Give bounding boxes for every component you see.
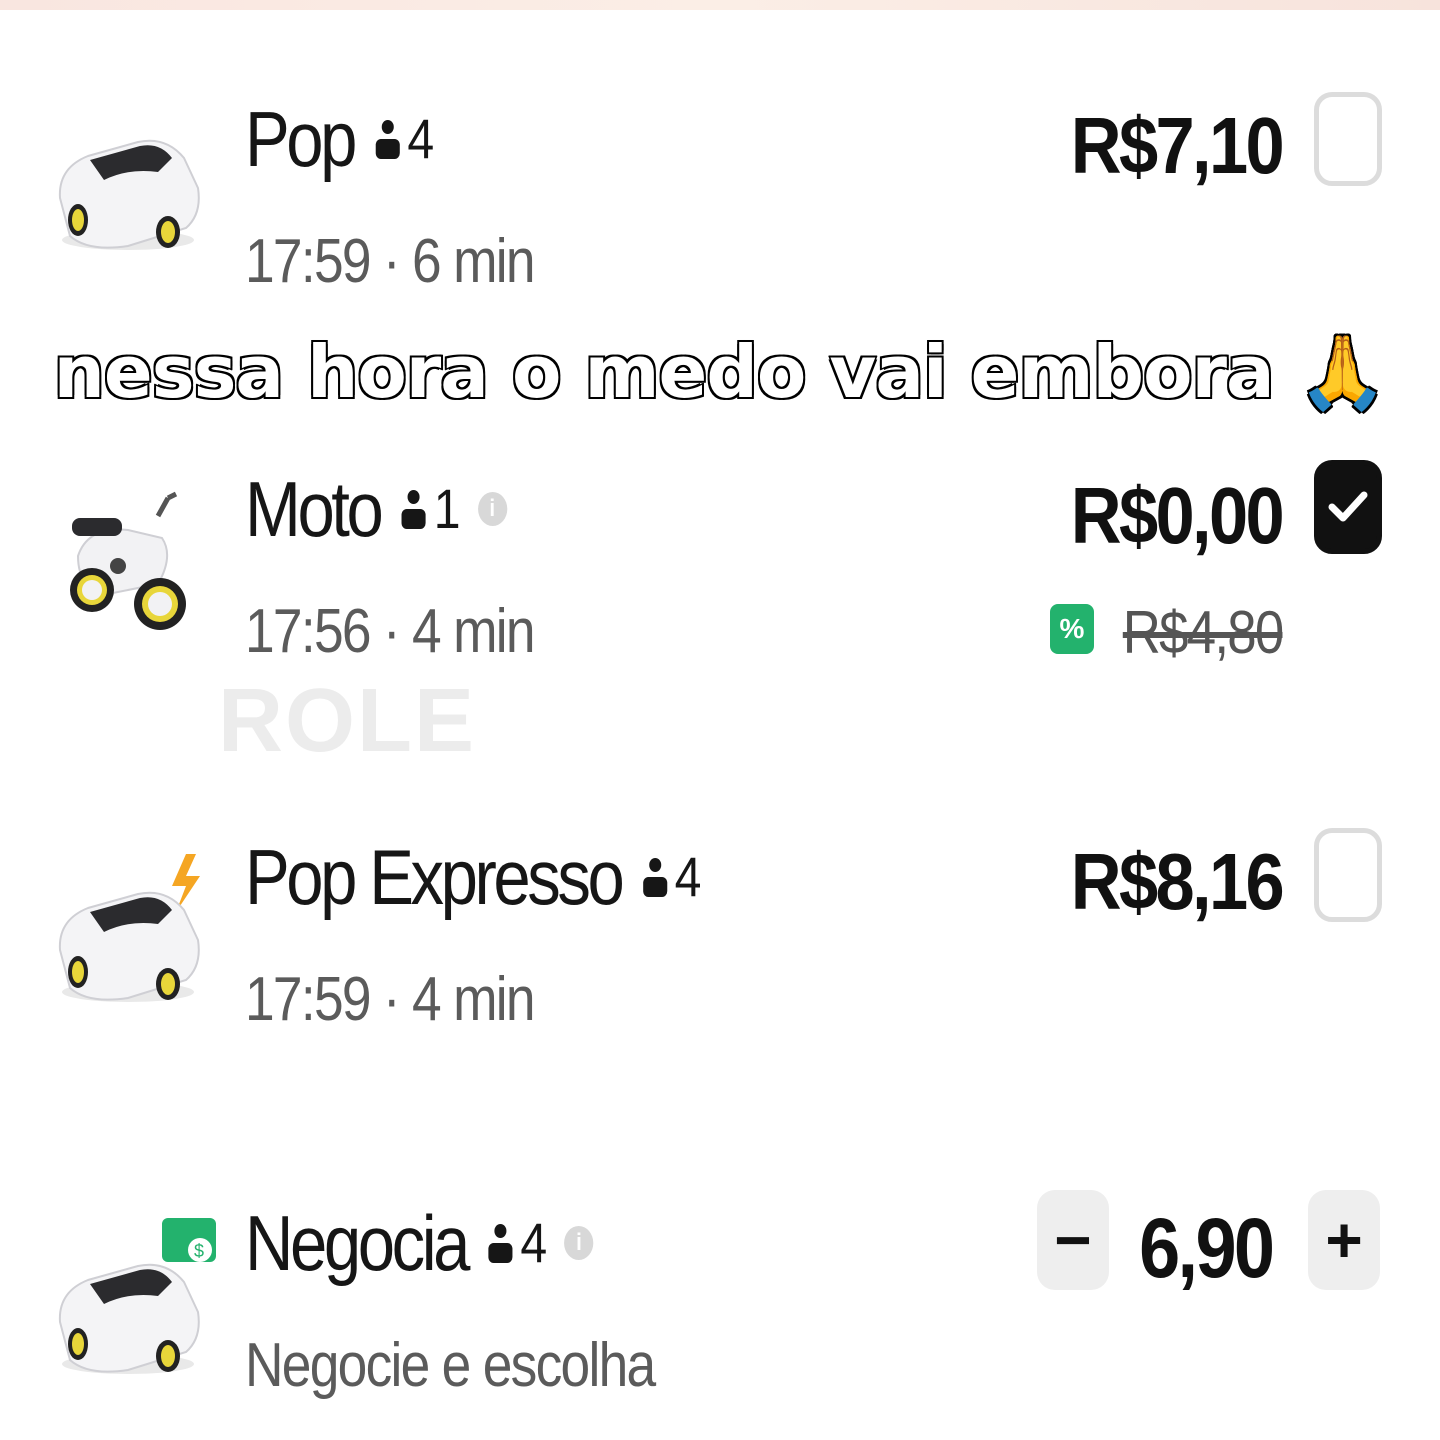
eta-text: 17:59 · 4 min <box>245 965 536 1034</box>
original-price-text: R$4,80 <box>1122 599 1283 666</box>
car-icon <box>58 139 200 250</box>
info-icon[interactable]: i <box>477 492 507 526</box>
option-name: Pop Expresso 4 <box>245 833 702 921</box>
eta-text: 17:56 · 4 min <box>245 597 536 666</box>
svg-text:$: $ <box>194 1241 204 1261</box>
price-text: R$0,00 <box>1070 471 1285 560</box>
select-checkbox-checked[interactable] <box>1314 460 1382 554</box>
motorcycle-icon <box>70 491 186 630</box>
select-checkbox[interactable] <box>1314 92 1382 186</box>
person-icon: 4 <box>486 1215 547 1271</box>
caption-overlay: nessa hora o medo vai embora 🙏 <box>52 329 1389 416</box>
person-icon: 4 <box>640 849 701 905</box>
negotiated-price-value: 6,90 <box>1139 1201 1275 1295</box>
person-icon: 1 <box>399 481 460 537</box>
car-lightning-icon <box>58 854 200 1002</box>
car-negotiate-icon: $ <box>58 1218 216 1374</box>
price-text: R$8,16 <box>1070 837 1285 926</box>
option-name: Negocia 4 i <box>245 1204 594 1282</box>
price-text: R$7,10 <box>1070 101 1285 190</box>
checkmark-icon <box>1328 491 1368 522</box>
subtitle-text: Negocie e escolha <box>245 1331 656 1400</box>
person-icon: 4 <box>373 111 434 167</box>
decrease-button[interactable]: − <box>1037 1190 1109 1290</box>
select-checkbox[interactable] <box>1314 828 1382 922</box>
info-icon[interactable]: i <box>564 1226 594 1260</box>
increase-button[interactable]: + <box>1308 1190 1380 1290</box>
watermark: ROLE <box>218 671 477 771</box>
discount-icon: % <box>1050 604 1094 654</box>
option-name: Pop 4 <box>245 95 435 183</box>
option-name: Moto 1 i <box>245 470 507 548</box>
eta-text: 17:59 · 6 min <box>245 227 536 296</box>
top-strip <box>0 0 1440 10</box>
